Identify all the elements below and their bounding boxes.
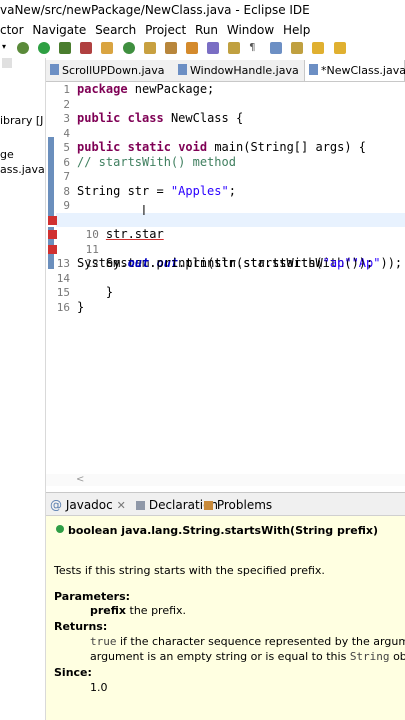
menu-refactor[interactable]: ctor <box>0 23 24 37</box>
run-icon[interactable] <box>38 42 51 54</box>
explorer-library-item[interactable]: ibrary [J <box>0 114 43 127</box>
returns-line-1: true if the character sequence represent… <box>90 635 405 648</box>
javadoc-signature: boolean java.lang.String.startsWith(Stri… <box>56 524 378 537</box>
code-line: 13 System.out.println(str.startsWith("ap"… <box>56 256 374 270</box>
dropdown-arrow-icon[interactable]: ▾ <box>2 42 8 54</box>
code-line: 3 public class NewClass { <box>63 111 244 125</box>
tab-newclass[interactable]: *NewClass.java <box>304 60 405 81</box>
code-line: 11 <box>48 227 405 256</box>
tab-problems[interactable]: Problems <box>204 493 272 515</box>
code-line: 9 <box>63 199 70 212</box>
change-marker <box>48 137 54 223</box>
error-marker-icon[interactable] <box>48 230 57 239</box>
menu-navigate[interactable]: Navigate <box>32 23 86 37</box>
external-tools-icon[interactable] <box>80 42 93 54</box>
forward-icon[interactable] <box>333 42 346 54</box>
window-title: vaNew/src/newPackage/NewClass.java - Ecl… <box>0 0 405 20</box>
text-cursor-icon: I <box>142 204 146 219</box>
error-marker-icon[interactable] <box>48 244 57 254</box>
code-editor[interactable]: 1 package newPackage; 2 3 public class New… <box>46 82 405 490</box>
open-type-icon[interactable] <box>164 42 177 54</box>
returns-label: Returns: <box>54 620 108 633</box>
menu-bar: ctor Navigate Search Project Run Window … <box>0 20 405 40</box>
menu-run[interactable]: Run <box>195 23 218 37</box>
since-value: 1.0 <box>90 681 108 694</box>
public-method-icon <box>56 525 64 533</box>
toolbar: ▾ ¶ <box>0 40 405 56</box>
code-line: 7 <box>63 170 70 183</box>
overview-ruler <box>46 82 56 490</box>
at-icon: @ <box>50 498 62 512</box>
package-explorer: ibrary [J ge ass.java <box>0 58 46 720</box>
back-icon[interactable] <box>312 42 325 54</box>
code-line: 16} <box>56 299 85 314</box>
javadoc-panel: boolean java.lang.String.startsWith(Stri… <box>46 516 405 720</box>
search-icon[interactable] <box>185 42 198 54</box>
code-line: 1 package newPackage; <box>63 82 215 96</box>
param-entry: prefix the prefix. <box>90 604 187 617</box>
menu-window[interactable]: Window <box>227 23 274 37</box>
toggle-mark-icon[interactable] <box>228 42 241 54</box>
code-line: 2 <box>63 97 70 111</box>
explorer-toolbar-icon[interactable] <box>2 58 12 68</box>
close-icon[interactable]: ✕ <box>117 499 126 512</box>
code-line: 14 <box>56 271 70 285</box>
debug-icon[interactable] <box>17 42 30 54</box>
menu-search[interactable]: Search <box>95 23 136 37</box>
menu-project[interactable]: Project <box>145 23 186 37</box>
parameters-label: Parameters: <box>54 590 131 603</box>
next-annotation-icon[interactable] <box>291 42 304 54</box>
block-selection-icon[interactable] <box>270 42 283 54</box>
pilcrow-icon[interactable]: ¶ <box>249 42 261 54</box>
new-java-project-icon[interactable] <box>101 42 114 54</box>
new-package-icon[interactable] <box>143 42 156 54</box>
java-file-icon <box>50 64 59 75</box>
javadoc-description: Tests if this string starts with the spe… <box>54 564 325 577</box>
bottom-view-tabs: @ Javadoc ✕ Declaration Problems <box>46 492 405 516</box>
code-line: 6// startsWith() method <box>63 154 236 169</box>
tab-javadoc[interactable]: @ Javadoc ✕ <box>50 493 126 515</box>
returns-line-2: argument is an empty string or is equal … <box>90 650 405 663</box>
explorer-package-item[interactable]: ge <box>0 148 14 161</box>
code-line: 8 String str = "Apples"; <box>63 183 236 198</box>
tab-scrollupdown[interactable]: ScrollUPDown.java <box>46 60 169 81</box>
code-line: 12 System.out.println(str.startsWith("Ap"… <box>48 242 405 270</box>
problems-icon <box>204 501 213 510</box>
since-label: Since: <box>54 666 92 679</box>
tab-windowhandle[interactable]: WindowHandle.java <box>174 60 303 81</box>
editor-tabs: ScrollUPDown.java WindowHandle.java *New… <box>46 60 405 82</box>
java-file-icon <box>309 64 318 75</box>
code-line: 15 } <box>56 285 114 299</box>
menu-help[interactable]: Help <box>283 23 310 37</box>
annotation-icon[interactable] <box>206 42 219 54</box>
code-line: 4 <box>63 126 70 140</box>
declaration-icon <box>136 501 145 510</box>
java-file-icon <box>178 64 187 75</box>
code-line: 5 public static void main(String[] args) … <box>63 140 367 154</box>
error-marker-icon[interactable] <box>48 215 57 225</box>
explorer-file-item[interactable]: ass.java <box>0 163 45 176</box>
new-class-icon[interactable] <box>122 42 135 54</box>
code-line-current[interactable]: 10 str.star <box>48 212 405 241</box>
coverage-icon[interactable] <box>59 42 72 54</box>
horizontal-scrollbar[interactable]: < <box>46 474 405 486</box>
